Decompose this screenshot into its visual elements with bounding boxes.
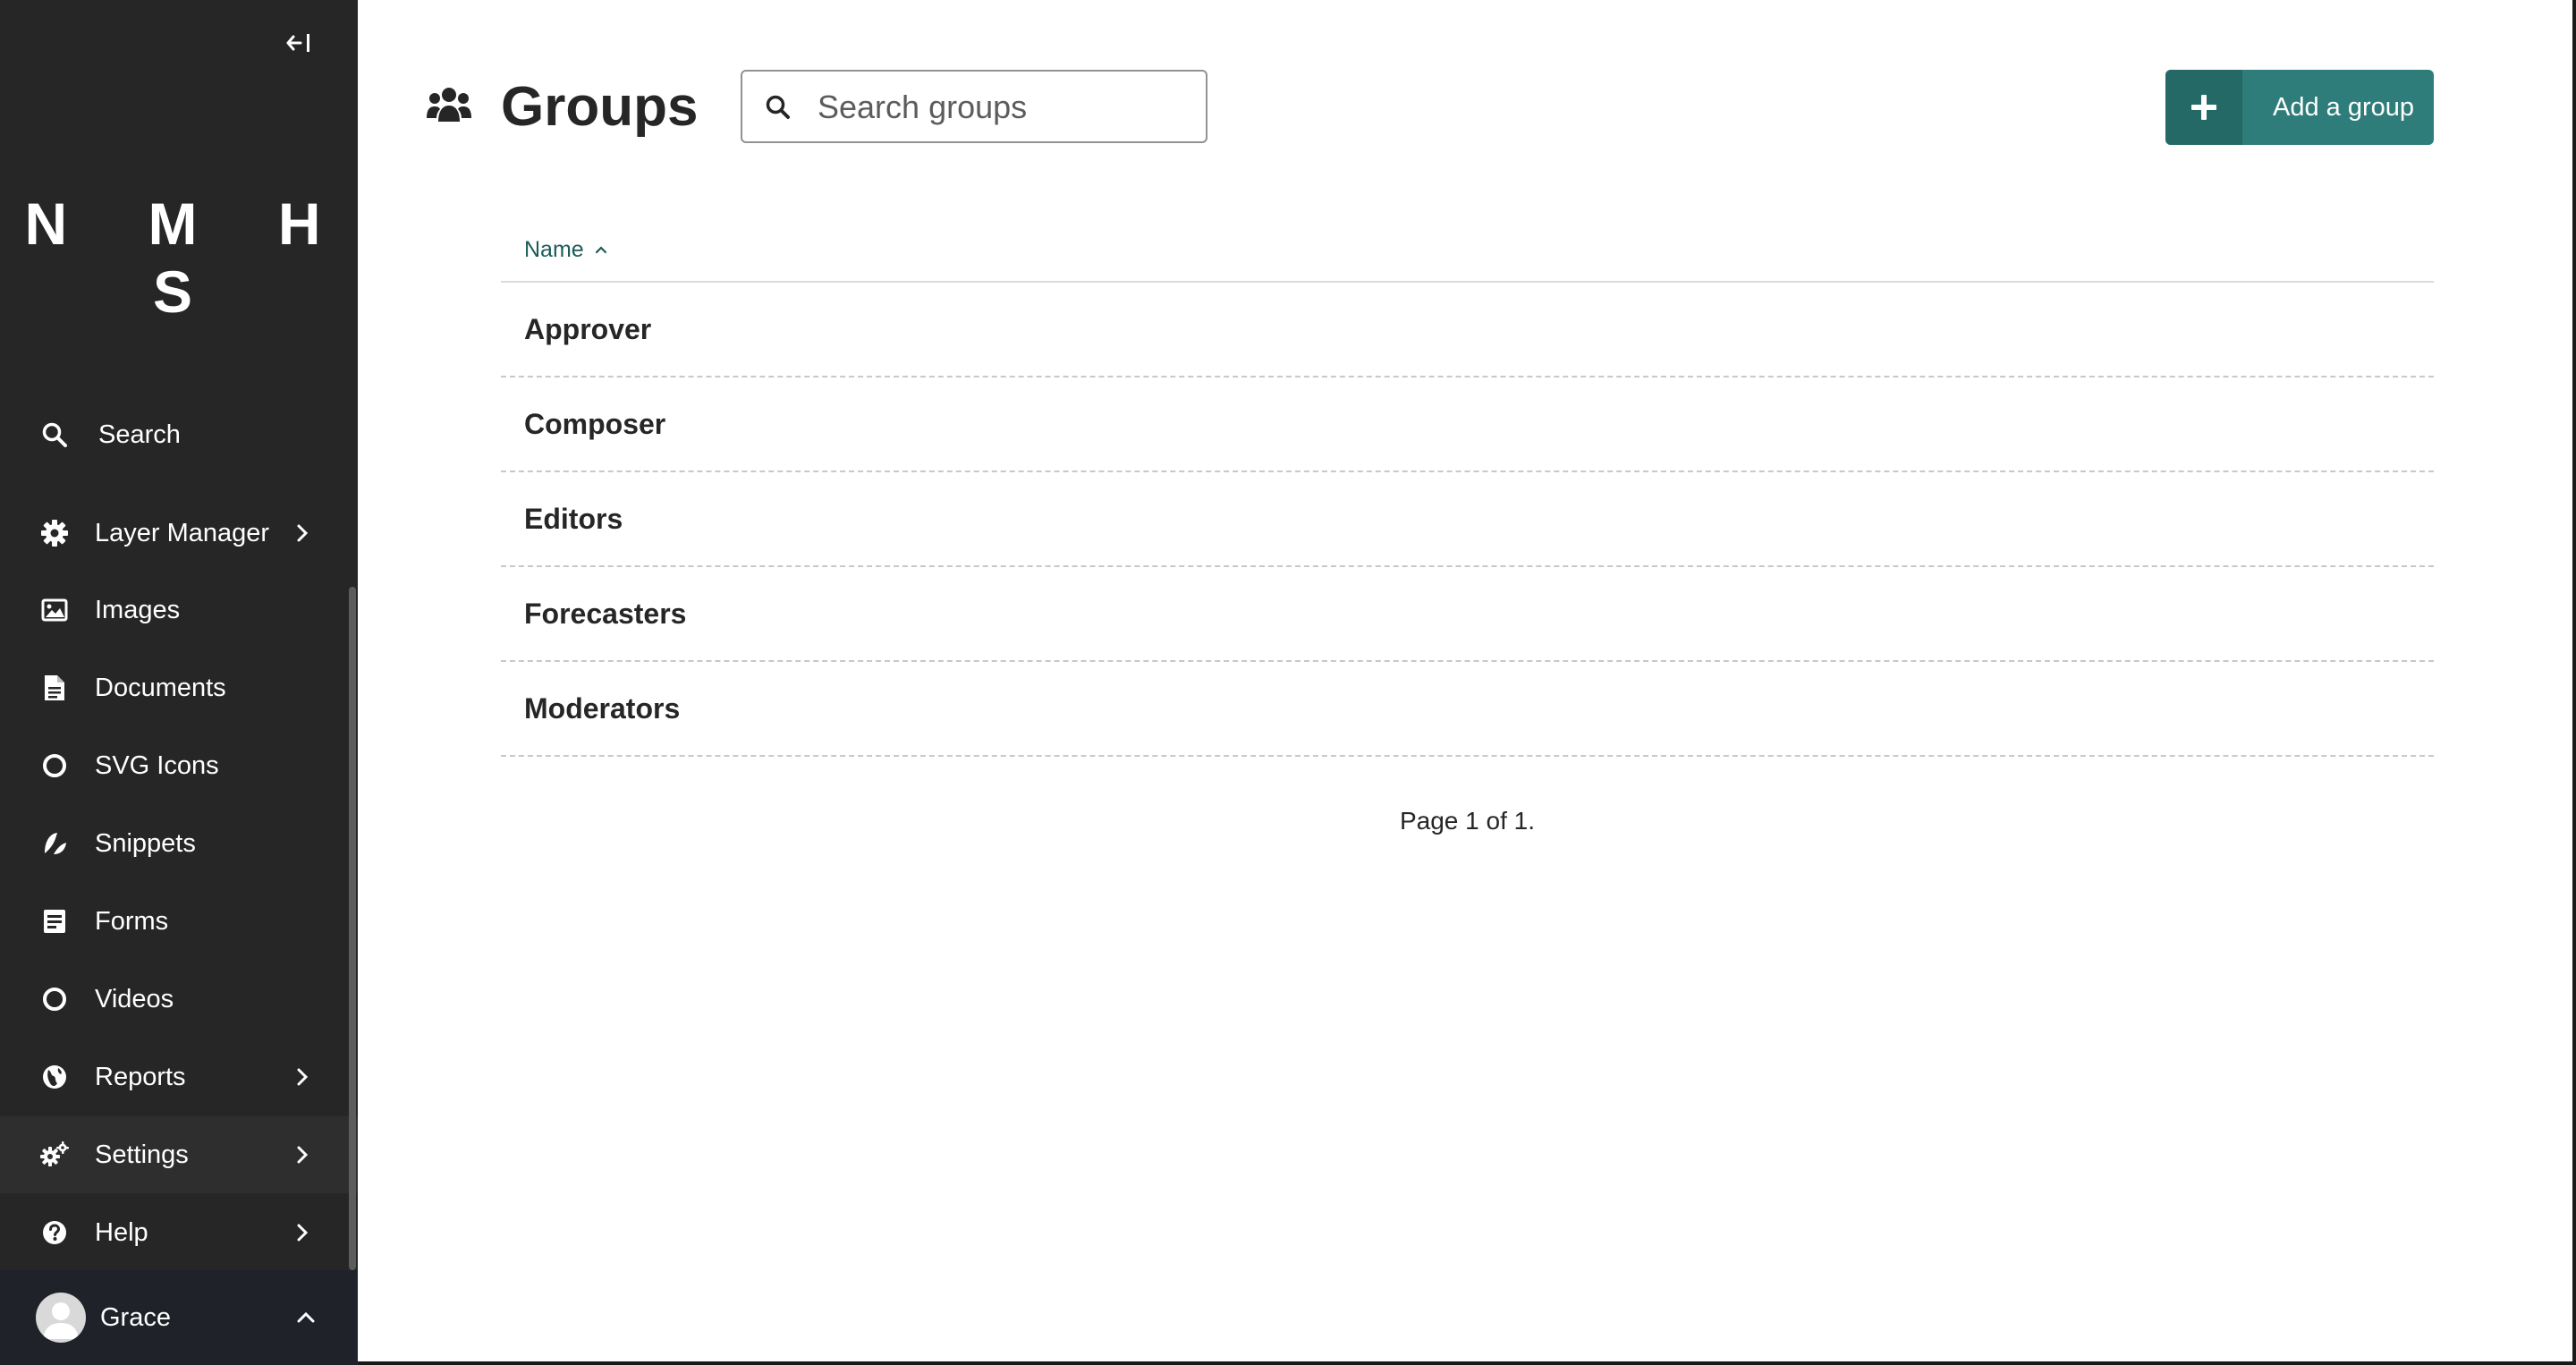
account-menu[interactable]: Grace [0,1270,358,1365]
cogs-icon [39,1140,70,1170]
search-groups-field[interactable] [741,70,1208,143]
groups-table: Name Approver Composer Editors Forecaste… [501,218,2434,757]
sidebar-scrollbar[interactable] [349,587,356,1270]
table-row: Editors [501,472,2434,567]
column-name-label: Name [524,236,584,262]
group-link[interactable]: Moderators [524,692,680,725]
form-icon [39,906,70,937]
sidebar-search-label: Search [98,420,181,449]
help-icon [39,1217,70,1248]
collapse-left-icon [286,34,309,52]
snippet-icon [39,828,70,859]
search-input[interactable] [816,84,1195,131]
table-row: Moderators [501,662,2434,757]
table-row: Composer [501,377,2434,472]
sidebar-item-layer-manager[interactable]: Layer Manager [0,495,358,572]
sidebar-item-settings[interactable]: Settings [0,1116,358,1193]
table-row: Forecasters [501,567,2434,662]
sidebar-item-svg-icons[interactable]: SVG Icons [0,727,358,804]
image-icon [39,595,70,625]
add-group-button[interactable]: Add a group [2165,70,2434,145]
account-name: Grace [100,1302,171,1332]
sidebar-item-label: Help [95,1217,148,1247]
sort-ascending-icon [593,242,609,258]
circle-icon [39,984,70,1014]
sidebar-item-label: SVG Icons [95,750,219,780]
window-edge-bottom [358,1361,2576,1365]
sidebar-item-label: Forms [95,906,169,936]
sidebar-item-label: Layer Manager [95,518,270,547]
sidebar-item-label: Settings [95,1140,189,1169]
table-row: Approver [501,283,2434,377]
sidebar-item-forms[interactable]: Forms [0,883,358,960]
pagination-status: Page 1 of 1. [1399,807,1535,835]
sidebar-item-images[interactable]: Images [0,572,358,649]
sort-by-name[interactable]: Name [524,237,609,263]
sidebar-item-help[interactable]: Help [0,1194,358,1271]
sidebar-item-label: Documents [95,673,226,702]
chevron-right-icon [292,522,313,544]
sidebar-item-reports[interactable]: Reports [0,1039,358,1115]
avatar [36,1293,86,1343]
main-content: Groups Add a group Name Approver Compose… [358,0,2576,1365]
sidebar-item-label: Images [95,595,181,624]
collapse-sidebar-button[interactable] [277,25,322,61]
document-icon [39,673,70,703]
chevron-right-icon [292,1222,313,1243]
chevron-up-icon [295,1307,317,1328]
sidebar-item-label: Snippets [95,828,196,858]
group-icon [427,88,471,122]
chevron-right-icon [292,1144,313,1166]
plus-icon [2165,70,2242,145]
sidebar-item-videos[interactable]: Videos [0,961,358,1038]
group-link[interactable]: Forecasters [524,598,686,631]
window-edge-right [2572,0,2576,1365]
sidebar-item-label: Videos [95,984,174,1013]
site-logo[interactable]: N M H S [0,190,358,326]
search-icon [766,95,790,119]
circle-icon [39,750,70,781]
group-link[interactable]: Approver [524,313,651,346]
group-link[interactable]: Editors [524,503,623,536]
sidebar-search[interactable]: Search [0,396,358,473]
sidebar-item-snippets[interactable]: Snippets [0,805,358,882]
group-link[interactable]: Composer [524,408,665,441]
globe-icon [39,1062,70,1092]
sidebar-item-documents[interactable]: Documents [0,649,358,726]
sidebar: N M H S Search Layer Manager Images Docu… [0,0,358,1365]
table-header: Name [501,218,2434,283]
add-group-label: Add a group [2273,92,2415,122]
chevron-right-icon [292,1066,313,1088]
sidebar-item-label: Reports [95,1062,186,1091]
search-icon [39,420,70,450]
page-title: Groups [501,76,699,138]
cog-icon [39,518,70,548]
